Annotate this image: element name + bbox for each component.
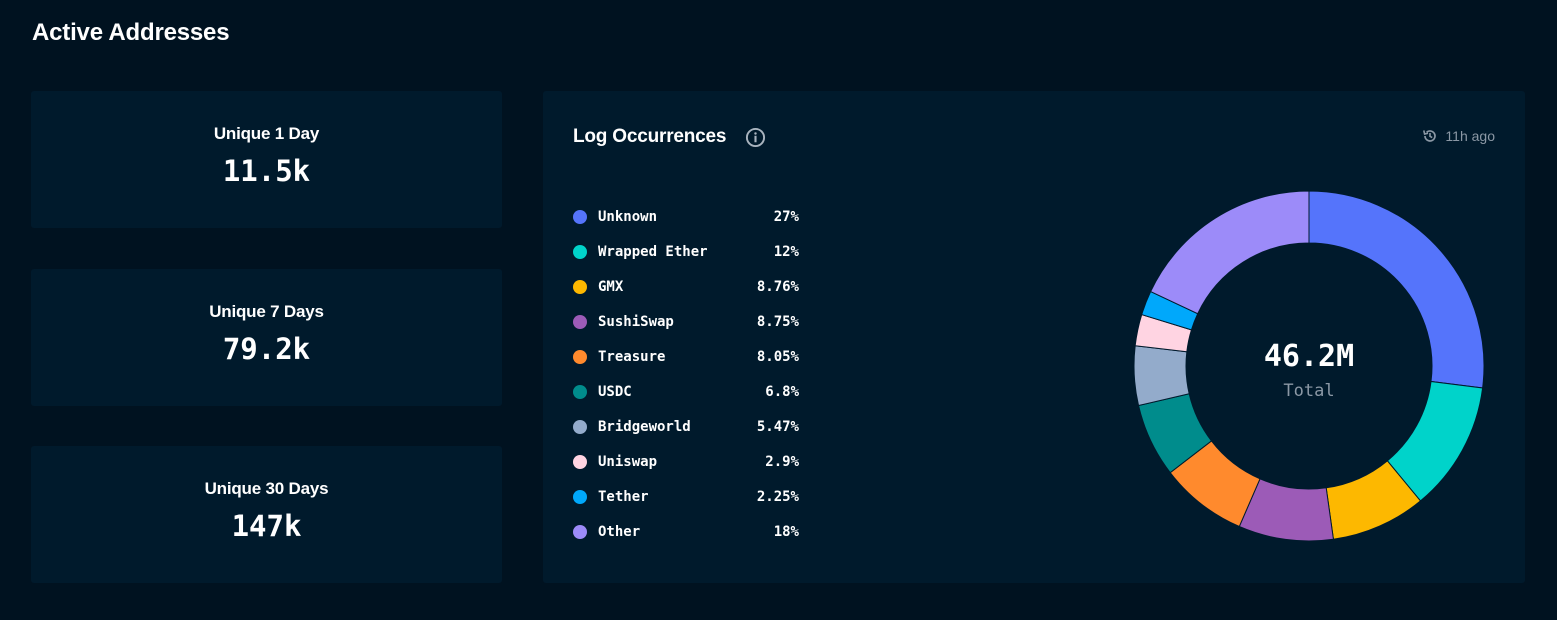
donut-slice-other[interactable] [1149,190,1310,315]
donut-total-value: 46.2M [1263,339,1355,374]
stat-value: 79.2k [222,332,311,366]
log-occurrences-card: Log Occurrences 11h ago Unknown 27% Wrappe… [543,91,1525,583]
stat-card-unique-30-days: Unique 30 Days 147k [31,446,502,583]
stat-label: Unique 1 Day [213,124,320,143]
donut-chart [1133,190,1485,542]
stat-label: Unique 7 Days [209,302,324,321]
stat-card-unique-7-days: Unique 7 Days 79.2k [31,269,502,406]
stat-card-unique-1-day: Unique 1 Day 11.5k [31,91,502,228]
page-title: Active Addresses [32,19,230,46]
stat-value: 11.5k [222,154,311,188]
donut-total-label: Total [1283,381,1335,401]
active-addresses-page: Active Addresses Unique 1 Day 11.5k Uniq… [0,0,1557,620]
stat-value: 147k [231,509,302,543]
stat-label: Unique 30 Days [204,479,329,498]
